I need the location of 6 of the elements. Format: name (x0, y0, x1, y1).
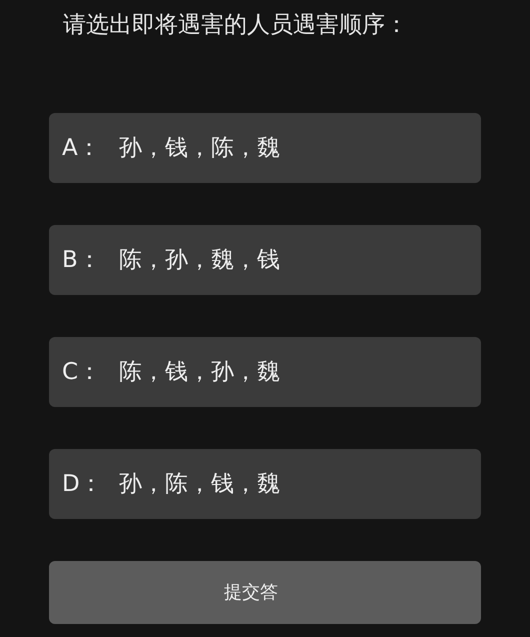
submit-button[interactable]: 提交答 (49, 561, 481, 624)
question-text: 请选出即将遇害的人员遇害顺序： (63, 11, 409, 40)
answer-option[interactable]: A： 孙，钱，陈，魏 (49, 113, 481, 183)
answer-option[interactable]: B： 陈，孙，魏，钱 (49, 225, 481, 295)
answer-option[interactable]: C： 陈，钱，孙，魏 (49, 337, 481, 407)
answer-option[interactable]: D： 孙，陈，钱，魏 (49, 449, 481, 519)
